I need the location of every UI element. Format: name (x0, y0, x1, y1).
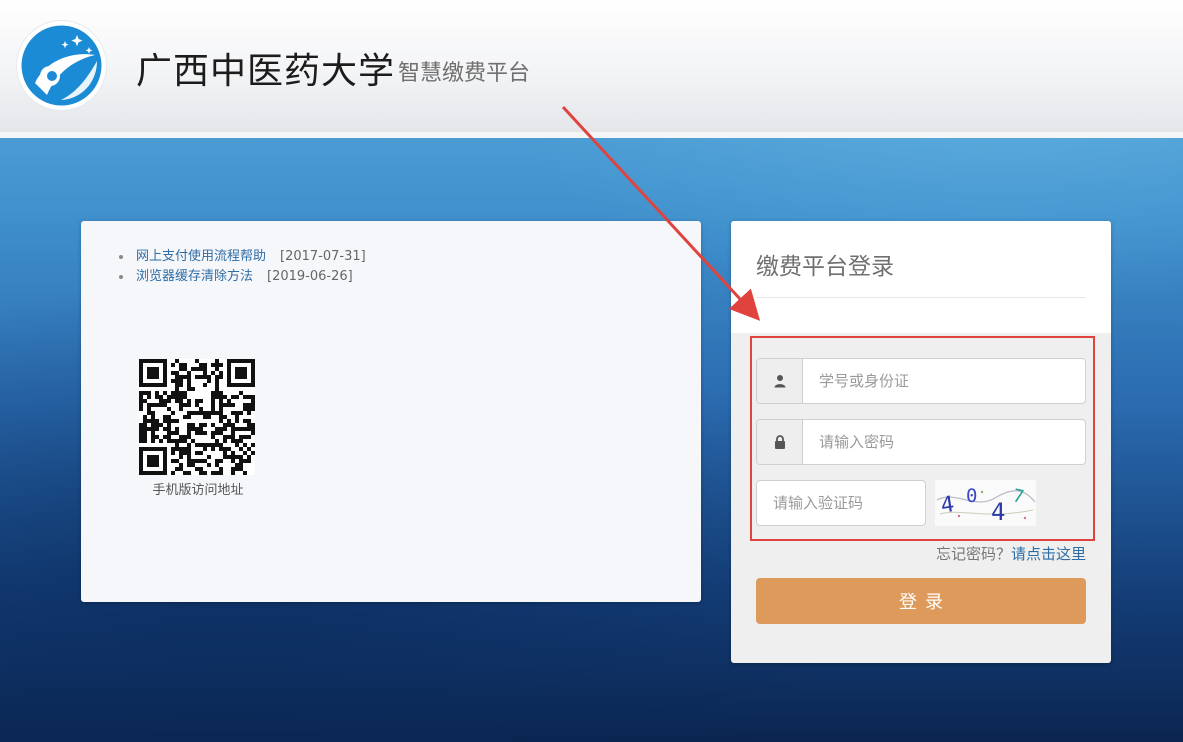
forgot-password: 忘记密码？请点击这里 (936, 543, 1086, 564)
notice-list: 网上支付使用流程帮助 [2017-07-31] 浏览器缓存清除方法 [2019-… (119, 247, 366, 287)
divider (756, 297, 1086, 298)
list-item: 网上支付使用流程帮助 [2017-07-31] (119, 247, 366, 267)
notice-date: [2017-07-31] (280, 249, 366, 264)
notice-panel: 网上支付使用流程帮助 [2017-07-31] 浏览器缓存清除方法 [2019-… (81, 221, 701, 602)
forgot-password-text: 忘记密码？ (935, 545, 1011, 563)
login-panel: 缴费平台登录 4 0 4 7 (731, 221, 1111, 663)
notice-link-cache-clear[interactable]: 浏览器缓存清除方法 (136, 267, 253, 287)
site-subtitle: 智慧缴费平台 (398, 61, 531, 86)
site-header: 广西中医药大学 智慧缴费平台 (0, 0, 1183, 138)
login-button[interactable]: 登录 (756, 578, 1086, 624)
site-title: 广西中医药大学 (136, 51, 396, 92)
login-header: 缴费平台登录 (731, 221, 1111, 333)
forgot-password-link[interactable]: 请点击这里 (1011, 545, 1086, 563)
notice-date: [2019-06-26] (267, 269, 353, 284)
university-logo (17, 21, 106, 110)
login-title: 缴费平台登录 (756, 254, 894, 280)
list-item: 浏览器缓存清除方法 [2019-06-26] (119, 267, 366, 287)
bullet-icon (119, 275, 123, 279)
bullet-icon (119, 255, 123, 259)
qr-code-label: 手机版访问地址 (152, 483, 244, 498)
notice-link-payment-help[interactable]: 网上支付使用流程帮助 (136, 247, 266, 267)
qr-code-icon (139, 359, 255, 475)
annotation-highlight-box (750, 336, 1095, 541)
